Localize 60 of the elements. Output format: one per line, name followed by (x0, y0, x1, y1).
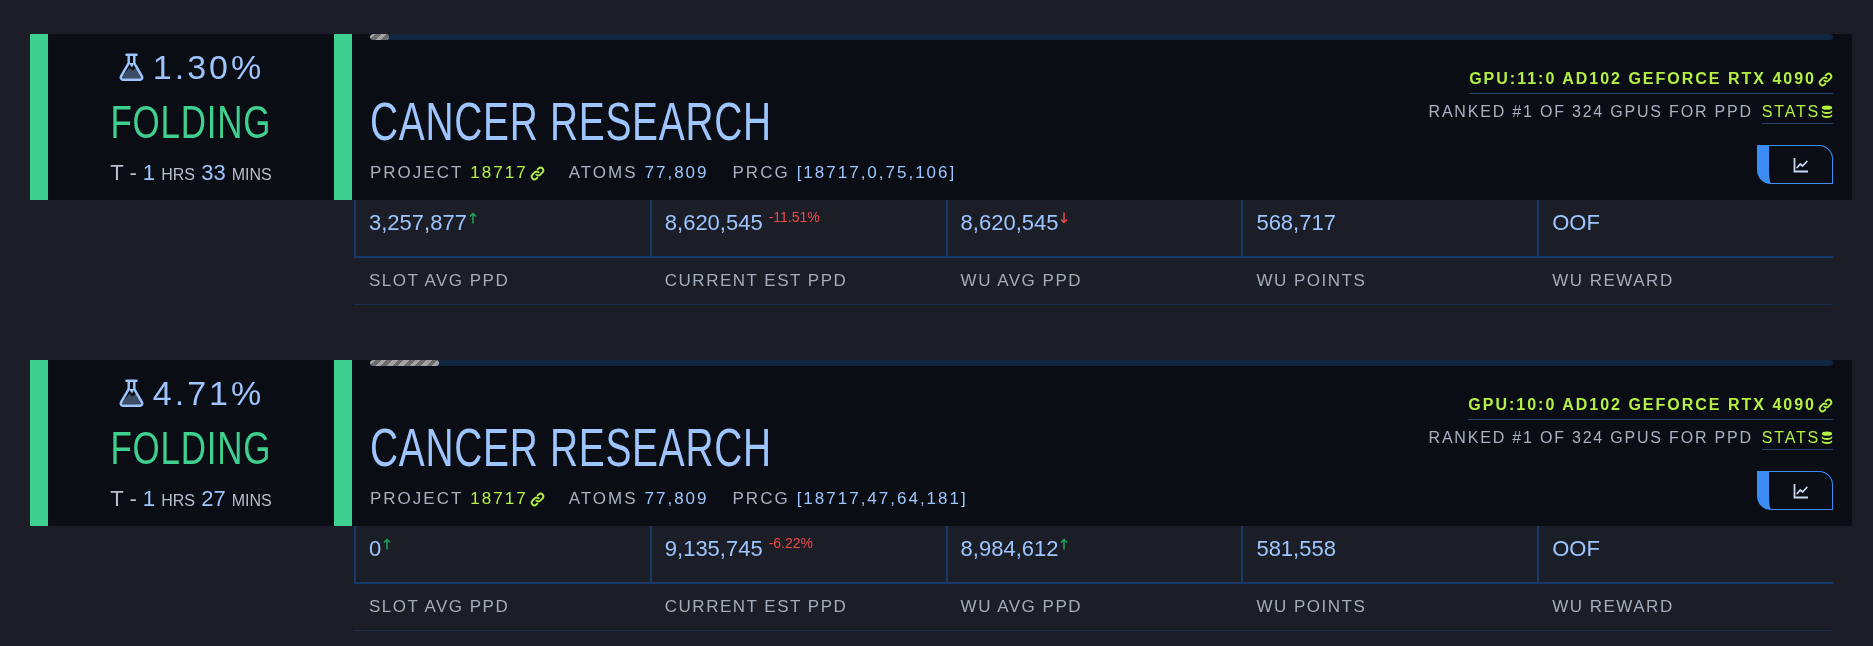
meta-label: PRCG (732, 162, 790, 184)
meta-label: PROJECT (370, 488, 464, 510)
stat-value: 581,558 (1256, 536, 1336, 562)
link-icon (529, 491, 545, 507)
rank-text: RANKED #1 OF 324 GPUS FOR PPD (1428, 428, 1753, 448)
rank-text: RANKED #1 OF 324 GPUS FOR PPD (1428, 102, 1753, 122)
stat-label: WU REWARD (1552, 271, 1674, 291)
stats-link[interactable]: STATS (1761, 102, 1833, 124)
stat-value: 0 (369, 536, 382, 562)
line-chart-icon (1792, 156, 1809, 173)
meta-label: PRCG (732, 488, 790, 510)
stat-label: WU AVG PPD (960, 597, 1083, 617)
stat-label: WU REWARD (1552, 597, 1674, 617)
project-link[interactable]: 18717 (470, 162, 545, 184)
stat-label: WU POINTS (1256, 271, 1367, 291)
stat-value: 568,717 (1256, 210, 1336, 236)
line-chart-icon (1792, 482, 1809, 499)
meta-value: [18717,0,75,106] (796, 162, 957, 184)
eta-text: T - 1 HRS 27 MINS (110, 486, 272, 513)
chart-button[interactable] (1757, 145, 1833, 184)
meta-value: 77,809 (644, 162, 709, 184)
status-text: FOLDING (110, 425, 272, 471)
stat-value: OOF (1552, 210, 1600, 236)
flask-icon (117, 378, 145, 408)
cause-title: CANCER RESEARCH (370, 93, 772, 149)
gpu-link[interactable]: GPU:11:0 AD102 GEFORCE RTX 4090 (1469, 69, 1833, 94)
change-text: -11.51% (768, 209, 820, 225)
cause-title: CANCER RESEARCH (370, 419, 772, 475)
link-icon (1818, 71, 1833, 87)
meta-label: ATOMS (568, 162, 638, 184)
stat-value: 8,620,545 (960, 210, 1059, 236)
meta-label: ATOMS (568, 488, 638, 510)
flask-icon (117, 52, 145, 82)
link-icon (529, 165, 545, 181)
stat-value: 8,984,612 (960, 536, 1059, 562)
status-text: FOLDING (110, 99, 272, 145)
project-link[interactable]: 18717 (470, 488, 545, 510)
eta-text: T - 1 HRS 33 MINS (110, 160, 272, 187)
stat-label: SLOT AVG PPD (369, 597, 510, 617)
meta-value: 77,809 (644, 488, 709, 510)
gpu-link[interactable]: GPU:10:0 AD102 GEFORCE RTX 4090 (1468, 395, 1833, 420)
stat-label: SLOT AVG PPD (369, 271, 510, 291)
stat-label: WU POINTS (1256, 597, 1367, 617)
progress-percent: 1.30% (152, 47, 265, 87)
link-icon (1818, 397, 1833, 413)
progress-percent: 4.71% (152, 373, 265, 413)
stat-label: CURRENT EST PPD (664, 597, 848, 617)
database-icon (1821, 105, 1833, 119)
chart-button[interactable] (1757, 471, 1833, 510)
database-icon (1821, 431, 1833, 445)
stat-value: 3,257,877 (369, 210, 467, 236)
meta-value: [18717,47,64,181] (796, 488, 968, 510)
stat-label: CURRENT EST PPD (664, 271, 848, 291)
stats-link[interactable]: STATS (1761, 428, 1833, 450)
stat-value: 9,135,745 (664, 536, 763, 562)
stat-value: 8,620,545 (664, 210, 763, 236)
meta-label: PROJECT (370, 162, 464, 184)
stat-label: WU AVG PPD (960, 271, 1083, 291)
change-text: -6.22% (768, 535, 814, 551)
stat-value: OOF (1552, 536, 1600, 562)
